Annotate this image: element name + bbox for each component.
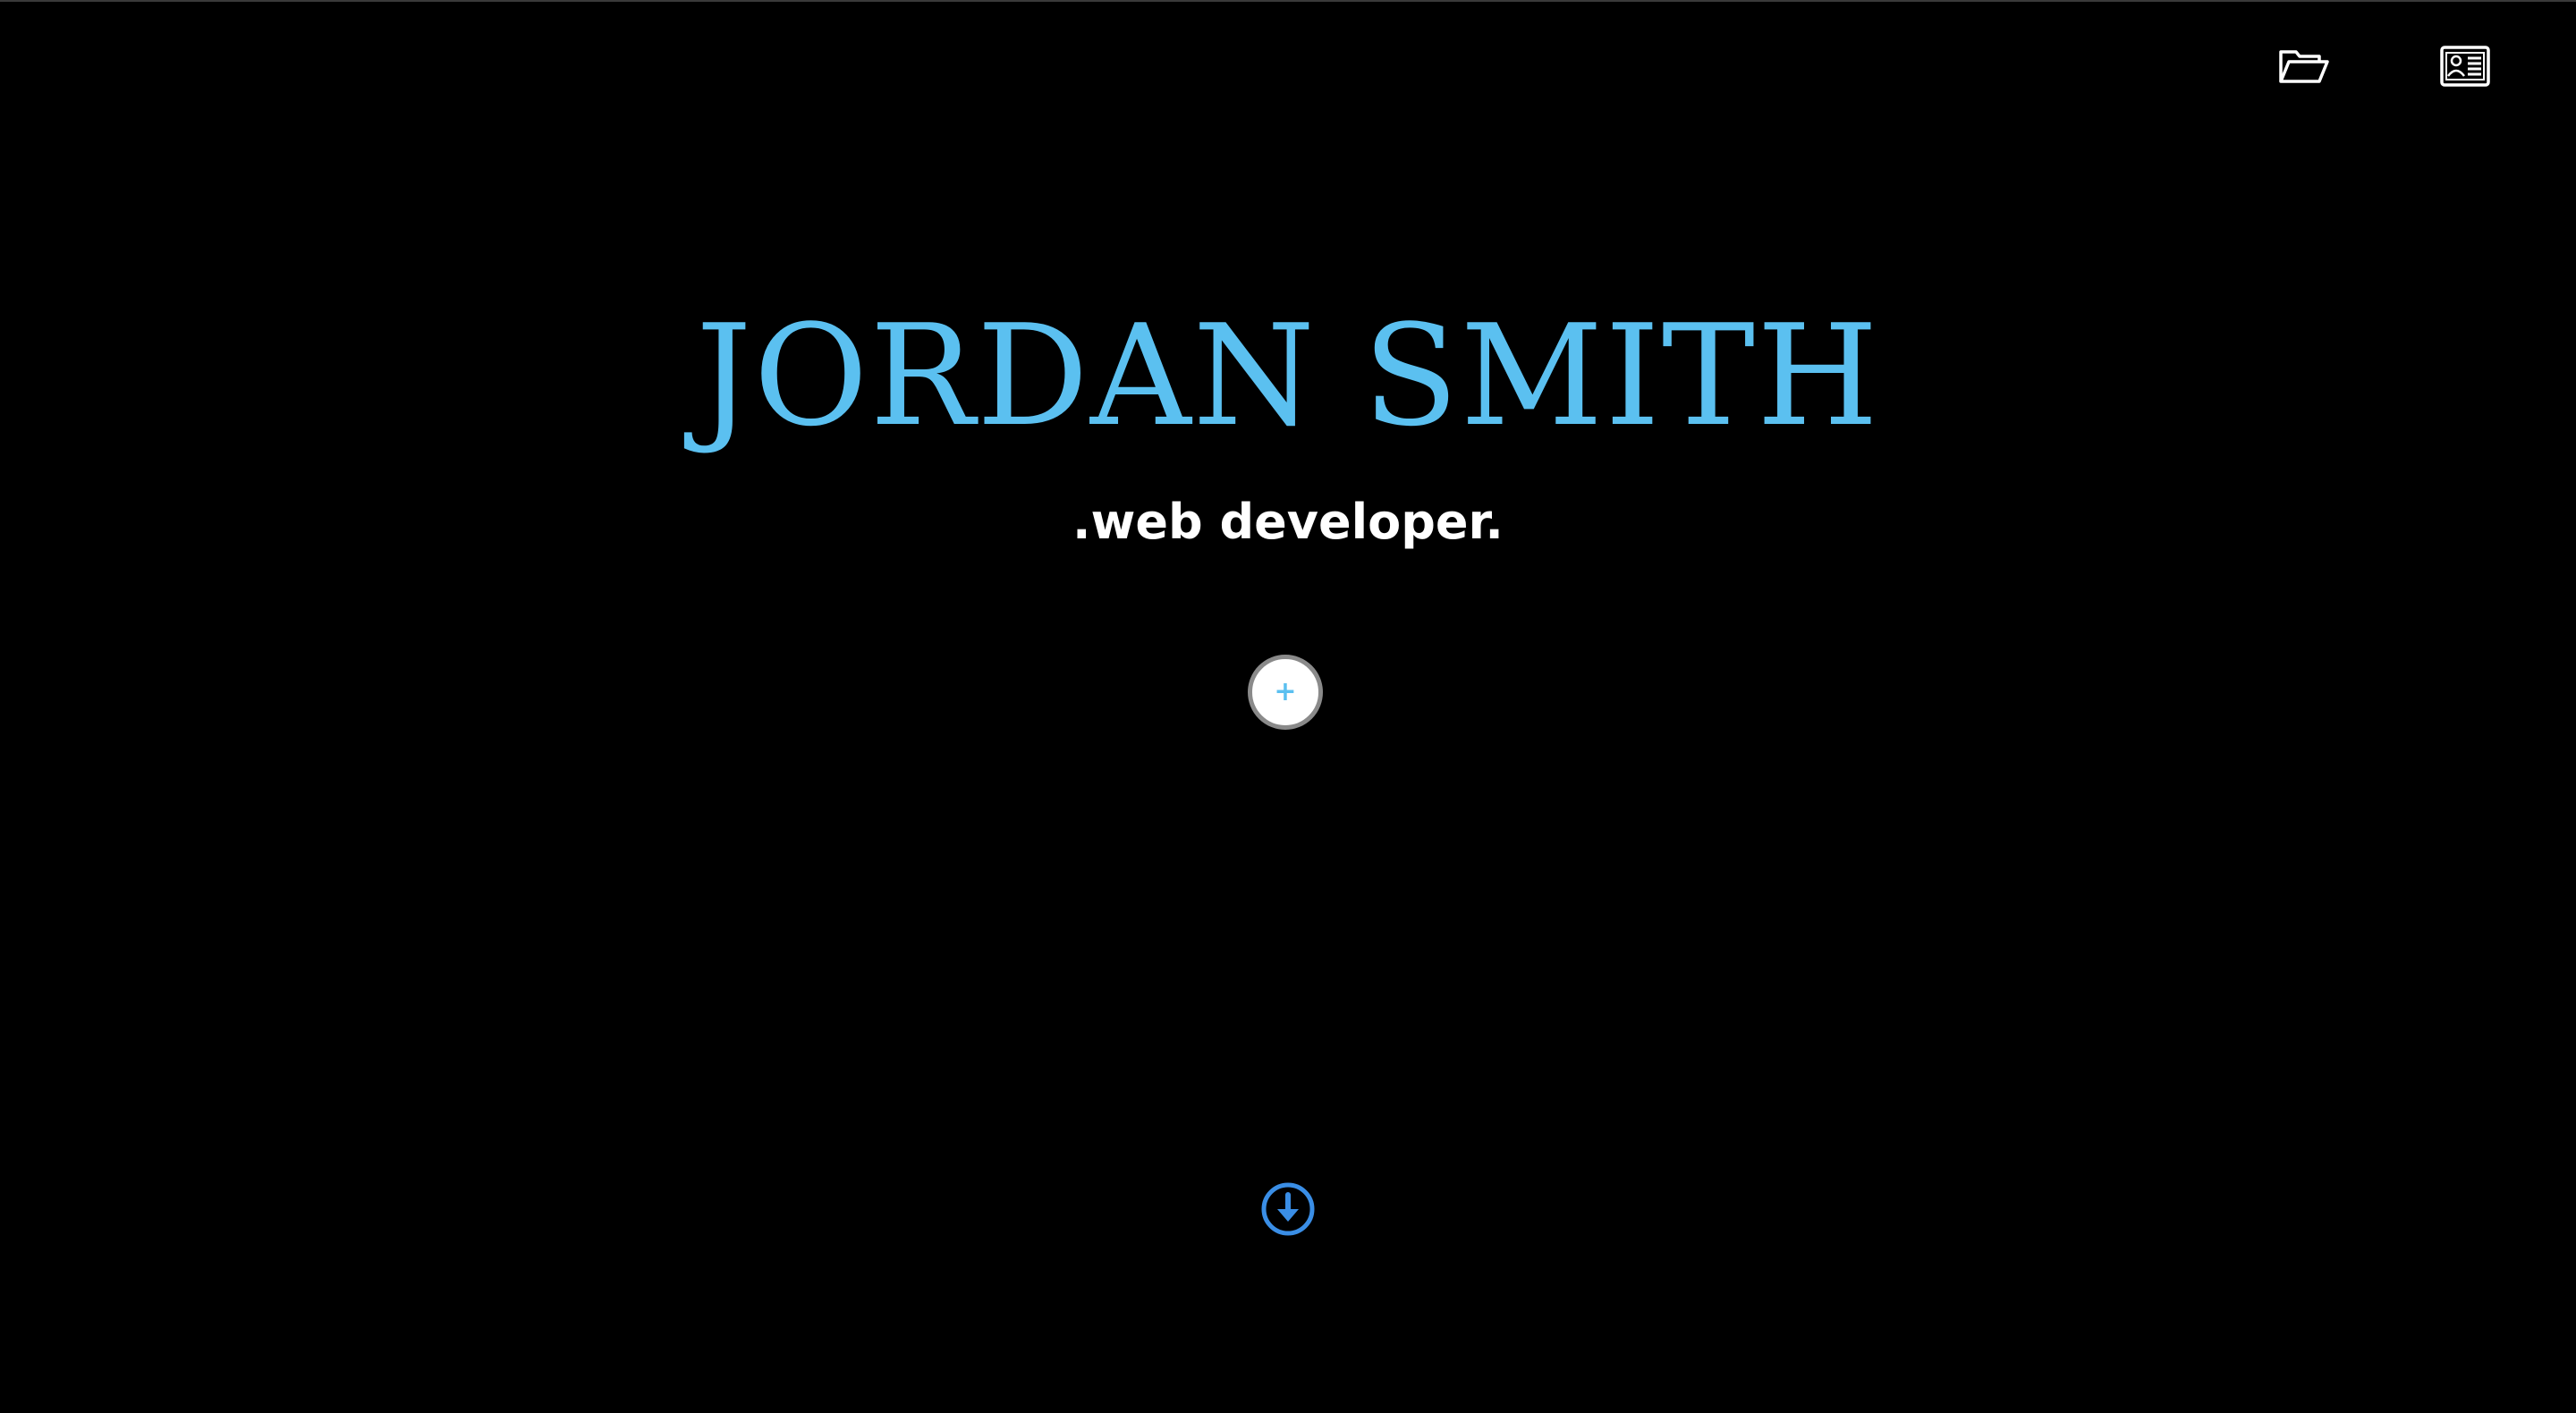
projects-folder-button[interactable] [2275,39,2333,93]
scroll-down-button[interactable] [1259,1180,1317,1238]
open-folder-icon [2279,50,2329,83]
plus-icon: + [1274,676,1297,707]
contact-card-icon [2440,46,2490,87]
hero-name: JORDAN SMITH [695,294,1881,457]
top-border [0,0,2576,2]
expand-button[interactable]: + [1248,655,1323,730]
hero-subtitle: .web developer. [1072,494,1504,550]
arrow-circle-down-icon [1261,1182,1315,1236]
contact-card-button[interactable] [2436,39,2494,93]
